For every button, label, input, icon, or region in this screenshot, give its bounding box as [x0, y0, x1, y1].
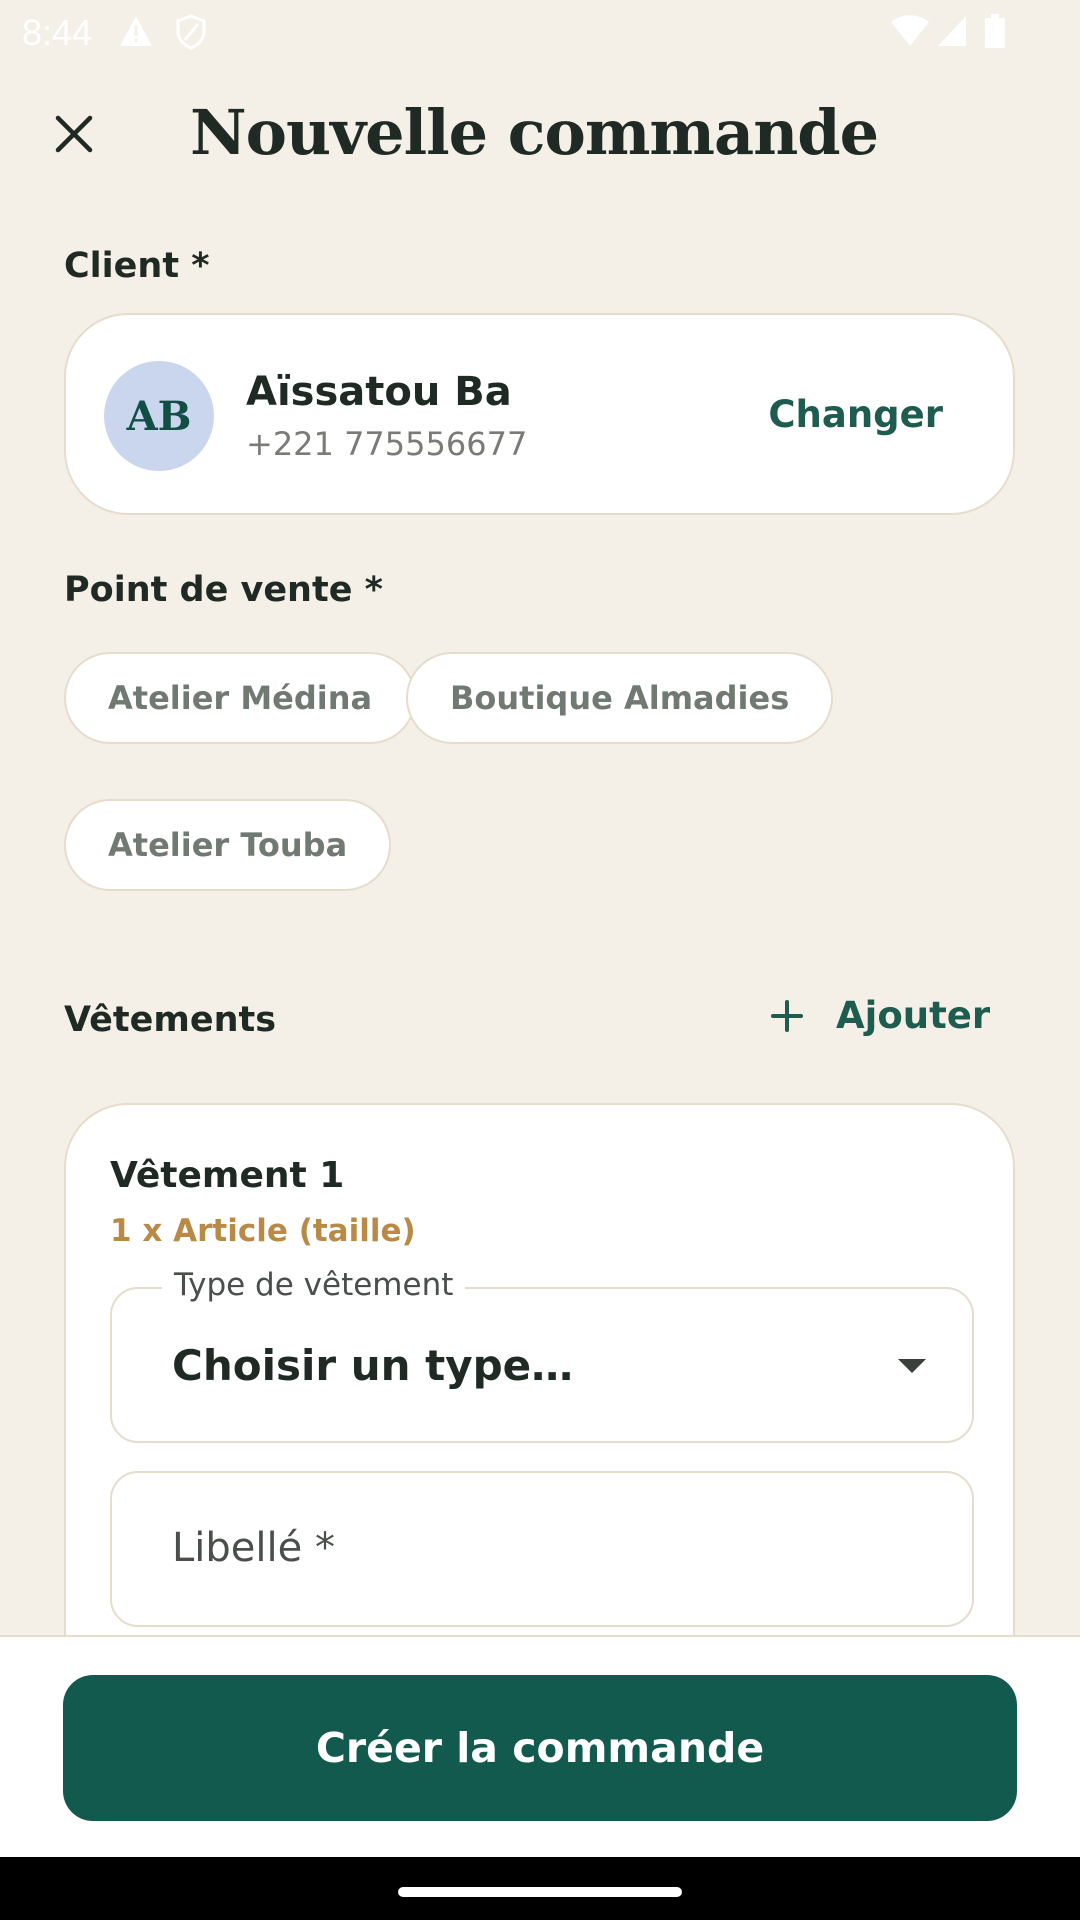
home-indicator[interactable]: [398, 1887, 682, 1897]
system-nav-bar: [0, 1857, 1080, 1920]
avatar: AB: [104, 361, 214, 471]
page-title: Nouvelle commande: [190, 96, 879, 169]
client-name: Aïssatou Ba: [246, 369, 512, 415]
client-phone: +221 775556677: [246, 425, 528, 463]
change-client-button[interactable]: Changer: [768, 393, 943, 436]
status-bar: 8:44: [0, 0, 1080, 64]
signal-icon: [936, 14, 968, 57]
shield-icon: [176, 14, 206, 59]
garment-subtitle: 1 x Article (taille): [110, 1213, 416, 1249]
client-section-label: Client *: [64, 246, 210, 286]
add-garment-button[interactable]: Ajouter: [770, 994, 990, 1037]
warning-icon: [118, 14, 154, 57]
libelle-field[interactable]: Libellé *: [110, 1471, 974, 1627]
status-time: 8:44: [22, 12, 93, 53]
garment-type-value: Choisir un type…: [172, 1341, 574, 1390]
point-de-vente-chip-atelier-touba[interactable]: Atelier Touba: [64, 799, 392, 891]
garment-title: Vêtement 1: [110, 1155, 345, 1196]
dropdown-arrow-icon: [898, 1359, 926, 1373]
close-button[interactable]: [44, 104, 104, 164]
vetements-section-label: Vêtements: [64, 1000, 277, 1040]
create-order-button[interactable]: Créer la commande: [63, 1675, 1017, 1821]
battery-icon: [984, 14, 1006, 57]
plus-icon: [771, 999, 803, 1032]
client-card: AB Aïssatou Ba +221 775556677 Changer: [64, 313, 1015, 515]
garment-type-dropdown[interactable]: Type de vêtement Choisir un type…: [110, 1267, 974, 1443]
point-de-vente-label: Point de vente *: [64, 570, 383, 610]
add-garment-label: Ajouter: [836, 994, 991, 1037]
wifi-icon: [890, 14, 930, 57]
garment-type-legend: Type de vêtement: [162, 1267, 466, 1303]
close-icon: [55, 115, 93, 153]
libelle-placeholder: Libellé *: [172, 1525, 335, 1571]
point-de-vente-chip-boutique-almadies[interactable]: Boutique Almadies: [406, 652, 834, 744]
bottom-action-bar: Créer la commande: [0, 1635, 1080, 1859]
point-de-vente-chip-atelier-medina[interactable]: Atelier Médina: [64, 652, 417, 744]
